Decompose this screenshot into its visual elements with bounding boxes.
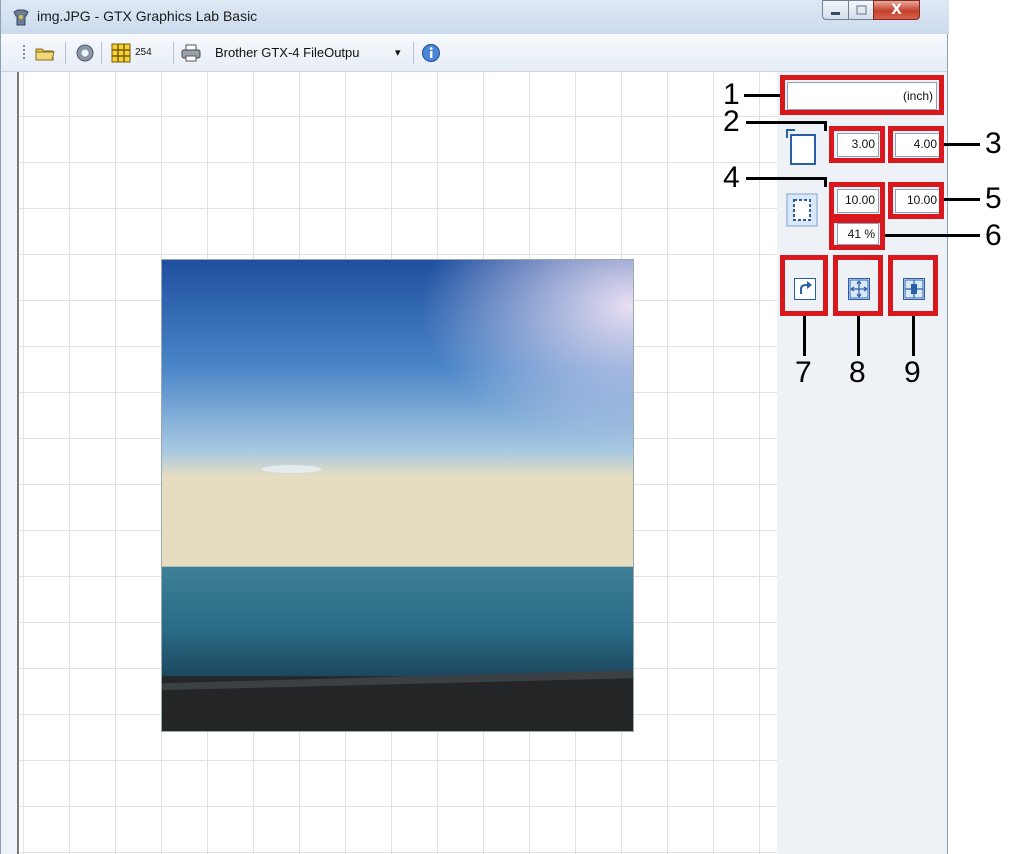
toolbar-grip[interactable] [23,45,25,61]
callout-number-2: 2 [723,105,740,138]
callout-box-9 [888,255,938,316]
callout-box-2 [829,126,885,163]
toolbar: 254 Brother GTX-4 FileOutpu ▾ [1,34,947,72]
title-bar: img.JPG - GTX Graphics Lab Basic X [1,0,949,34]
image-size-icon [786,193,818,227]
close-icon: X [891,2,902,18]
maximize-button[interactable] [848,0,874,20]
leader-line-5 [944,198,980,201]
leader-line-9 [912,316,915,356]
image-preview[interactable] [161,259,634,732]
callout-number-6: 6 [985,219,1002,252]
app-icon [13,9,29,26]
leader-line-1 [744,94,780,97]
callout-number-8: 8 [849,356,866,389]
callout-box-8 [833,255,883,316]
leader-line-3 [944,143,980,146]
printer-select-value: Brother GTX-4 FileOutpu [215,45,360,60]
platen-size-icon [786,129,816,165]
minimize-button[interactable] [822,0,849,20]
resolution-label: 254 [135,47,152,58]
gear-icon[interactable] [75,43,95,63]
app-window: img.JPG - GTX Graphics Lab Basic X 254 B… [0,0,949,854]
callout-box-3 [888,126,944,163]
leader-line-4b [824,177,827,187]
chevron-down-icon: ▾ [395,47,401,59]
window-title: img.JPG - GTX Graphics Lab Basic [37,8,258,24]
printer-icon [181,44,201,62]
toolbar-separator [101,42,102,64]
leader-line-6 [885,234,980,237]
toolbar-separator [65,42,66,64]
callout-number-3: 3 [985,127,1002,160]
minimize-icon [831,12,840,15]
grid-icon[interactable] [111,43,131,63]
close-button[interactable]: X [873,0,920,20]
callout-box-1 [780,75,944,115]
leader-line-7 [803,316,806,356]
leader-line-4 [746,177,826,180]
callout-number-9: 9 [904,356,921,389]
callout-box-5 [888,182,944,219]
leader-line-8 [857,316,860,356]
callout-number-4: 4 [723,161,740,194]
toolbar-separator [413,42,414,64]
callout-number-7: 7 [795,356,812,389]
callout-box-6 [829,218,885,250]
leader-line-2 [746,121,826,124]
callout-box-4 [829,182,885,219]
callout-number-5: 5 [985,182,1002,215]
toolbar-separator [173,42,174,64]
maximize-icon [856,5,867,15]
callout-box-7 [780,255,828,316]
info-icon[interactable] [421,43,441,63]
printer-select[interactable]: Brother GTX-4 FileOutpu ▾ [211,34,407,72]
leader-line-2b [824,121,827,131]
folder-icon[interactable] [35,43,55,63]
